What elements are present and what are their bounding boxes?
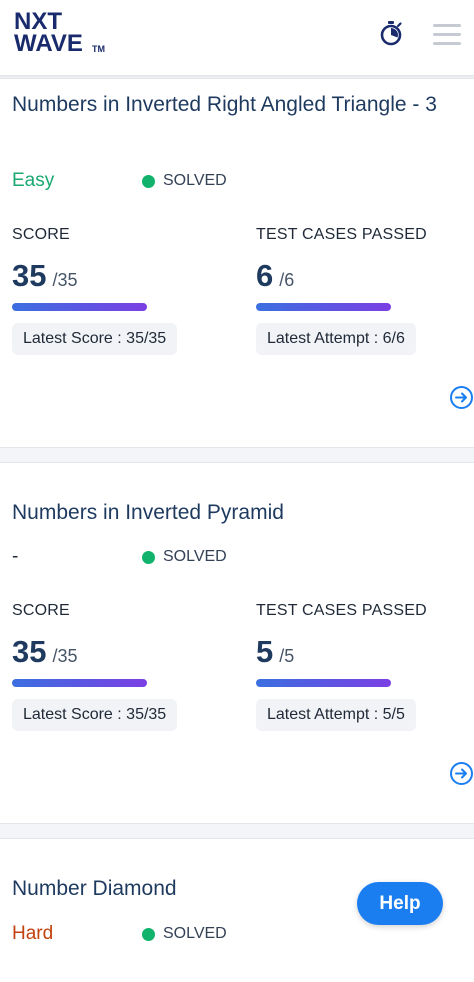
help-button[interactable]: Help: [357, 882, 443, 925]
tests-value: 6/6: [256, 258, 294, 298]
logo-line-2: WAVE: [14, 30, 83, 57]
latest-attempt-chip: Latest Attempt : 5/5: [256, 699, 416, 731]
score-progress-bar: [12, 679, 147, 687]
latest-score-chip: Latest Score : 35/35: [12, 323, 178, 355]
top-header: NXT WAVE TM: [0, 0, 474, 76]
problem-card-2[interactable]: Numbers in Inverted Pyramid - SOLVED SCO…: [0, 462, 474, 824]
score-progress-bar: [12, 303, 147, 311]
logo-trademark: TM: [92, 44, 105, 54]
score-value: 35/35: [12, 634, 78, 674]
difficulty-label: Hard: [12, 923, 54, 944]
difficulty-label: Easy: [12, 170, 55, 191]
status-badge: SOLVED: [142, 547, 227, 567]
hamburger-menu-icon[interactable]: [433, 24, 463, 46]
nxtwave-logo[interactable]: NXT WAVE TM: [14, 10, 114, 58]
score-number: 35: [12, 634, 47, 669]
tests-total: /5: [279, 646, 295, 666]
status-text: SOLVED: [163, 172, 227, 189]
problem-title[interactable]: Numbers in Inverted Pyramid: [12, 497, 472, 529]
status-text: SOLVED: [163, 925, 227, 942]
timer-icon[interactable]: [378, 20, 404, 46]
score-label: SCORE: [12, 602, 70, 619]
score-total: /35: [52, 270, 78, 290]
solved-dot-icon: [142, 927, 155, 941]
tests-value: 5/5: [256, 634, 294, 674]
status-badge: SOLVED: [142, 171, 227, 191]
score-total: /35: [52, 646, 78, 666]
tests-progress-bar: [256, 679, 391, 687]
score-number: 35: [12, 258, 47, 293]
arrow-right-circle-icon[interactable]: [449, 761, 474, 786]
status-text: SOLVED: [163, 548, 227, 565]
tests-number: 6: [256, 258, 274, 293]
solved-dot-icon: [142, 174, 155, 188]
arrow-right-circle-icon[interactable]: [449, 385, 474, 410]
tests-label: TEST CASES PASSED: [256, 226, 427, 243]
solved-dot-icon: [142, 550, 155, 564]
problem-title[interactable]: Numbers in Inverted Right Angled Triangl…: [12, 89, 472, 121]
score-value: 35/35: [12, 258, 78, 298]
score-label: SCORE: [12, 226, 70, 243]
tests-label: TEST CASES PASSED: [256, 602, 427, 619]
latest-attempt-chip: Latest Attempt : 6/6: [256, 323, 416, 355]
difficulty-label: -: [12, 546, 19, 567]
problem-card-1[interactable]: Numbers in Inverted Right Angled Triangl…: [0, 78, 474, 448]
status-badge: SOLVED: [142, 924, 227, 944]
tests-number: 5: [256, 634, 274, 669]
tests-progress-bar: [256, 303, 391, 311]
tests-total: /6: [279, 270, 295, 290]
latest-score-chip: Latest Score : 35/35: [12, 699, 178, 731]
